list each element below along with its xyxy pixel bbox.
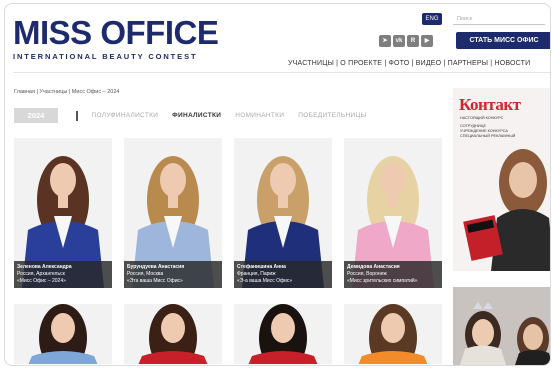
language-switch-button[interactable]: ENG — [422, 13, 442, 25]
participant-card[interactable]: Стефанишина Анна Франция, Париж «Э-а ваш… — [234, 138, 332, 288]
search-input[interactable]: Поиск — [453, 13, 545, 25]
tab-year-2024[interactable]: 2024 — [14, 108, 58, 123]
participant-city: Россия, Москва — [127, 271, 164, 277]
tab-divider — [76, 110, 78, 121]
participant-card[interactable]: Зеленова Александра Россия, Архангельск … — [14, 138, 112, 288]
participant-photo — [14, 304, 112, 364]
participant-card[interactable] — [344, 304, 442, 364]
participant-card[interactable] — [234, 304, 332, 364]
site-logo[interactable]: MISS OFFICE INTERNATIONAL BEAUTY CONTEST — [13, 14, 225, 62]
rutube-icon[interactable]: R — [407, 35, 419, 47]
youtube-icon[interactable]: ▶ — [421, 35, 433, 47]
breadcrumb[interactable]: Главная | Участницы | Мисс Офис – 2024 — [14, 89, 119, 95]
top-navigation[interactable]: УЧАСТНИЦЫ | О ПРОЕКТЕ | ФОТО | ВИДЕО | П… — [288, 60, 530, 67]
participant-city: Франция, Париж — [237, 271, 276, 277]
participant-caption: Демидова Анастасия Россия, Воронеж «Мисс… — [344, 261, 442, 288]
participant-name: Зеленова Александра — [17, 264, 72, 270]
telegram-icon[interactable]: ➤ — [379, 35, 391, 47]
participant-name: Стефанишина Анна — [237, 264, 286, 270]
participant-caption: Бурундуева Анастасия Россия, Москва «Эта… — [124, 261, 222, 288]
logo-title: MISS OFFICE — [13, 14, 219, 51]
participant-caption: Стефанишина Анна Франция, Париж «Э-а ваш… — [234, 261, 332, 288]
sidebar-photo-banner[interactable] — [453, 287, 550, 365]
filter-tabs: 2024 ПОЛУФИНАЛИСТКИ ФИНАЛИСТКИ НОМИНАНТК… — [14, 108, 367, 123]
tab-nominees[interactable]: НОМИНАНТКИ — [235, 112, 284, 119]
ad-photo — [463, 149, 550, 271]
participant-title: «Эта ваша Мисс Офис» — [127, 278, 183, 284]
participant-name: Демидова Анастасия — [347, 264, 400, 270]
crowned-winner-photo — [453, 287, 550, 365]
participant-city: Россия, Воронеж — [347, 271, 387, 277]
participant-card[interactable]: Бурундуева Анастасия Россия, Москва «Эта… — [124, 138, 222, 288]
logo-subtitle: INTERNATIONAL BEAUTY CONTEST — [13, 52, 198, 61]
social-links: ➤ vk R ▶ — [379, 35, 433, 47]
vk-icon[interactable]: vk — [393, 35, 405, 47]
tab-winners[interactable]: ПОБЕДИТЕЛЬНИЦЫ — [298, 112, 366, 119]
header-divider — [13, 72, 550, 73]
participant-photo — [234, 304, 332, 364]
tab-finalists[interactable]: ФИНАЛИСТКИ — [172, 112, 221, 119]
participant-city: Россия, Архангельск — [17, 271, 65, 277]
participant-title: «Мисс Офис – 2024» — [17, 278, 66, 284]
participant-card[interactable] — [14, 304, 112, 364]
participant-card[interactable]: Демидова Анастасия Россия, Воронеж «Мисс… — [344, 138, 442, 288]
participant-title: «Мисс зрительских симпатий» — [347, 278, 418, 284]
participant-name: Бурундуева Анастасия — [127, 264, 185, 270]
participant-caption: Зеленова Александра Россия, Архангельск … — [14, 261, 112, 288]
browser-frame: MISS OFFICE INTERNATIONAL BEAUTY CONTEST… — [4, 3, 551, 366]
participant-title: «Э-а ваша Мисс Офис» — [237, 278, 293, 284]
participant-card[interactable] — [124, 304, 222, 364]
tab-semifinalists[interactable]: ПОЛУФИНАЛИСТКИ — [92, 112, 159, 119]
become-miss-office-button[interactable]: СТАТЬ МИСС ОФИС — [456, 32, 550, 49]
sidebar-advertisement[interactable]: Контакт НАСТОЯЩИЙ КОНКУРС СОТРУДНИЦЕ УЧР… — [453, 88, 550, 271]
participant-photo — [344, 304, 442, 364]
participant-photo — [124, 304, 222, 364]
